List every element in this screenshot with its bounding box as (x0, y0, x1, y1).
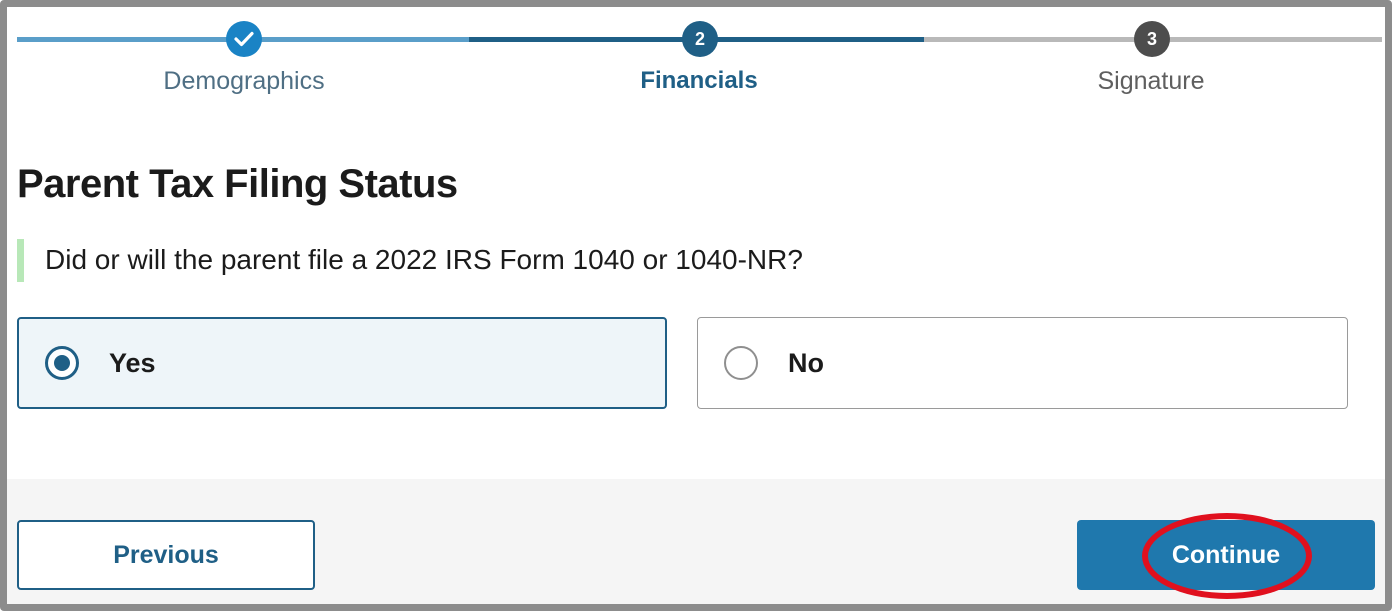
previous-button[interactable]: Previous (17, 520, 315, 590)
step-number: 2 (694, 28, 705, 49)
checkmark-icon (234, 31, 254, 47)
option-no[interactable]: No (697, 317, 1348, 409)
question-accent-bar (17, 239, 24, 282)
option-no-label: No (788, 347, 824, 378)
option-yes-label: Yes (109, 347, 156, 378)
continue-button[interactable]: Continue (1077, 520, 1375, 590)
progress-stepper: 2 3 Demographics Financials Signature (7, 7, 1385, 117)
step-label-demographics[interactable]: Demographics (44, 67, 444, 96)
step-1-complete-indicator[interactable] (226, 21, 262, 57)
step-3-indicator: 3 (1134, 21, 1170, 57)
app-window: 2 3 Demographics Financials Signature Pa… (0, 0, 1392, 611)
step-label-signature: Signature (1097, 67, 1205, 95)
radio-selected-icon[interactable] (45, 346, 79, 380)
step-2-indicator: 2 (682, 21, 718, 57)
radio-unselected-icon[interactable] (724, 346, 758, 380)
step-number: 3 (1146, 28, 1157, 49)
footer-bar: Previous Continue (7, 479, 1385, 604)
page-title: Parent Tax Filing Status (17, 162, 458, 206)
option-yes[interactable]: Yes (17, 317, 667, 409)
question-text: Did or will the parent file a 2022 IRS F… (45, 244, 803, 275)
step-label-financials: Financials (640, 67, 758, 94)
